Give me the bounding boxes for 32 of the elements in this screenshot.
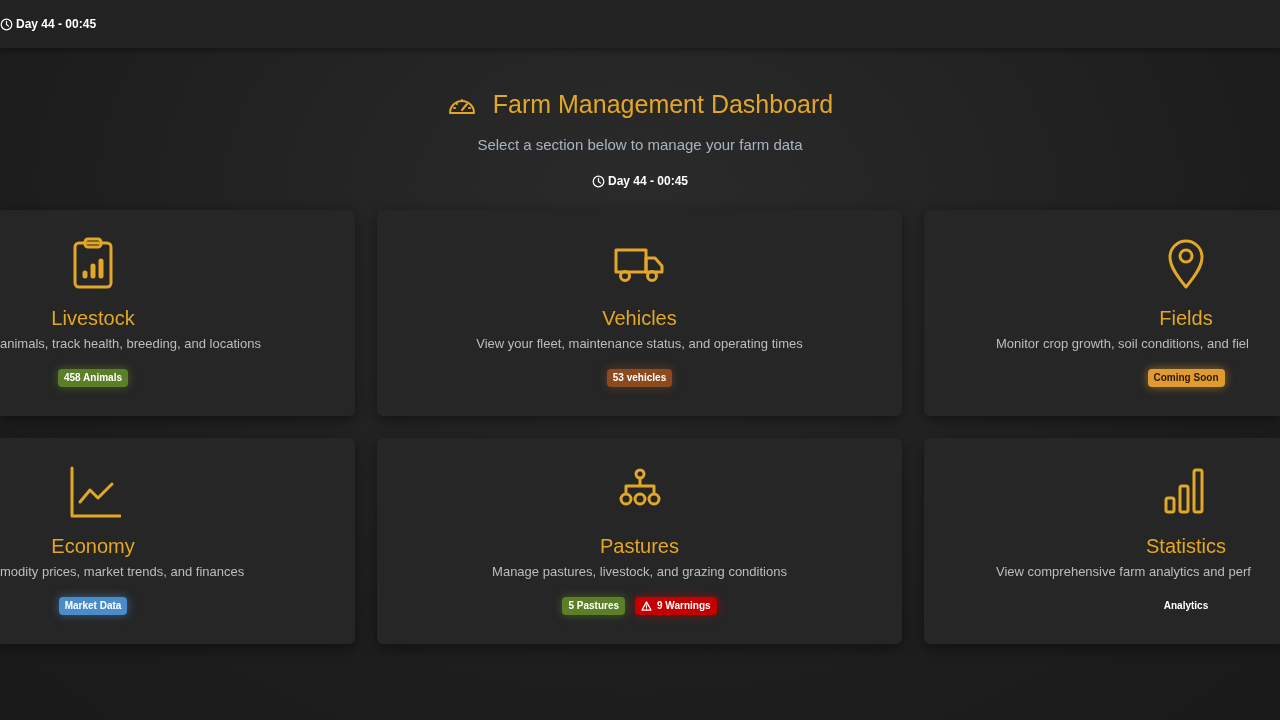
status-badge: Market Data [58, 596, 128, 615]
card-description: View comprehensive farm analytics and perf [995, 564, 1251, 581]
page-title: Farm Management Dashboard [492, 89, 834, 120]
card-description: View your fleet, maintenance status, and operating times [475, 336, 804, 353]
card-description: animals, track health, breeding, and locations [0, 336, 261, 353]
card-description: modity prices, market trends, and finances [0, 564, 245, 581]
card-title: Fields [1159, 306, 1213, 330]
status-badge: 9 Warnings [635, 596, 717, 615]
section-card[interactable]: Fields Monitor crop growth, soil conditions, and fiel Coming Soon [924, 210, 1280, 416]
section-card[interactable]: Statistics View comprehensive farm analytics and perf Analytics [924, 438, 1280, 644]
clock-icon [591, 174, 605, 188]
card-description: Manage pastures, livestock, and grazing conditions [491, 564, 788, 581]
card-description: Monitor crop growth, soil conditions, and fiel [995, 336, 1249, 353]
section-card[interactable]: Vehicles View your fleet, maintenance status, and operating times 53 vehicles [377, 210, 902, 416]
section-card[interactable]: Pastures Manage pastures, livestock, and grazing conditions 5 Pastures 9 Warnings [377, 438, 902, 644]
clock-icon [0, 17, 13, 31]
day-time-text: Day 44 - 00:45 [607, 173, 689, 190]
badge-label: Analytics [1162, 598, 1210, 613]
status-badge: 5 Pastures [562, 596, 626, 615]
warning-icon [641, 600, 653, 611]
status-badge: Coming Soon [1147, 368, 1225, 387]
section-card[interactable]: Livestock animals, track health, breeding, and locations 458 Animals [0, 210, 355, 416]
status-badge: 458 Animals [58, 368, 128, 387]
status-badge: 53 vehicles [606, 368, 673, 387]
page-subtitle: Select a section below to manage your farm data [476, 134, 804, 155]
card-title: Economy [51, 534, 135, 558]
card-title: Vehicles [602, 306, 677, 330]
card-title: Statistics [1146, 534, 1226, 558]
card-title: Livestock [51, 306, 135, 330]
day-time-text: Day 44 - 00:45 [16, 16, 97, 33]
section-card[interactable]: Economy modity prices, market trends, and finances Market Data [0, 438, 355, 644]
card-title: Pastures [600, 534, 679, 558]
